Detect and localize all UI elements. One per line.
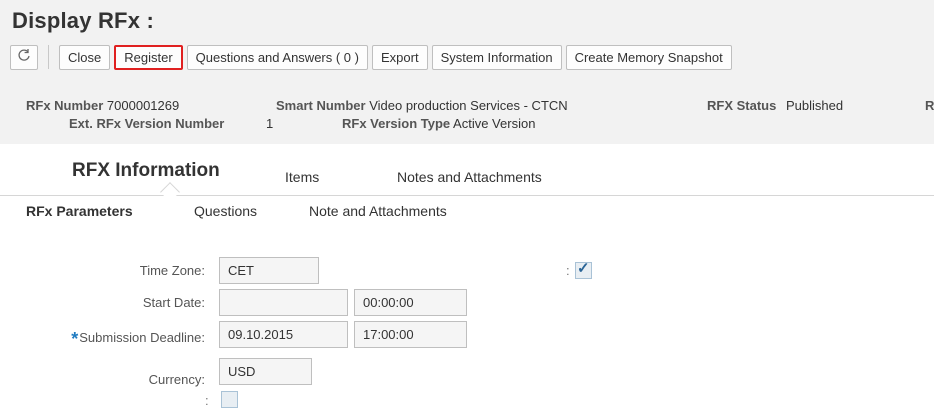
page-title: Display RFx : — [12, 8, 154, 33]
currency-label: Currency: — [148, 372, 205, 387]
toolbar-separator — [48, 45, 49, 69]
rfx-number-value: 7000001269 — [106, 98, 180, 113]
time-zone-field[interactable]: CET — [219, 257, 319, 284]
smart-number-value: Video production Services - CTCN — [369, 98, 568, 113]
version-type-label: RFx Version Type — [342, 116, 451, 131]
toolbar: Close Register Questions and Answers ( 0… — [10, 44, 736, 70]
ext-version-value: 1 — [265, 116, 274, 131]
rfx-number-row: RFx Number 7000001269 — [26, 98, 179, 113]
subtab-bar: RFx Parameters Questions Note and Attach… — [0, 201, 934, 223]
subtab-questions[interactable]: Questions — [194, 203, 257, 219]
tab-rfx-information[interactable]: RFX Information — [72, 160, 220, 182]
checkbox2-colon: : — [205, 393, 209, 408]
tab-items[interactable]: Items — [285, 169, 319, 185]
deadline-time-field[interactable]: 17:00:00 — [354, 321, 467, 348]
rfx-status-value: Published — [785, 98, 844, 113]
version-type-row: RFx Version Type Active Version — [342, 116, 535, 131]
deadline-date-field[interactable]: 09.10.2015 — [219, 321, 348, 348]
currency-field[interactable]: USD — [219, 358, 312, 385]
smart-number-row: Smart Number Video production Services -… — [276, 98, 568, 113]
register-button[interactable]: Register — [114, 44, 183, 70]
refresh-icon — [17, 48, 31, 66]
option-checkbox[interactable]: ✓ — [575, 260, 592, 279]
checkmark-icon: ✓ — [577, 260, 590, 277]
ext-version-label: Ext. RFx Version Number — [69, 116, 225, 131]
start-time-field[interactable]: 00:00:00 — [354, 289, 467, 316]
checkbox-colon: : — [566, 263, 570, 278]
start-date-field[interactable] — [219, 289, 348, 316]
rfx-status-row: RFX Status Published — [707, 98, 843, 113]
option-checkbox-2[interactable] — [221, 391, 238, 408]
close-button[interactable]: Close — [59, 44, 111, 70]
tab-bar: RFX Information Items Notes and Attachme… — [0, 144, 934, 196]
tab-notes-attachments[interactable]: Notes and Attachments — [397, 169, 542, 185]
truncated-label: R — [925, 98, 934, 113]
subtab-rfx-parameters[interactable]: RFx Parameters — [26, 203, 133, 219]
time-zone-label: Time Zone: — [139, 263, 205, 278]
title-bar: Display RFx : Close Register Questions a… — [0, 0, 934, 80]
system-information-button[interactable]: System Information — [431, 44, 562, 70]
version-type-value: Active Version — [453, 116, 536, 131]
ext-version-row: Ext. RFx Version Number 1 — [69, 116, 273, 131]
refresh-button[interactable] — [10, 44, 38, 70]
rfx-number-label: RFx Number — [26, 98, 104, 113]
questions-answers-button[interactable]: Questions and Answers ( 0 ) — [186, 44, 368, 70]
required-star-icon: * — [71, 329, 79, 349]
subtab-note-attachments[interactable]: Note and Attachments — [309, 203, 447, 219]
smart-number-label: Smart Number — [276, 98, 366, 113]
start-date-label: Start Date: — [142, 295, 205, 310]
create-memory-snapshot-button[interactable]: Create Memory Snapshot — [565, 44, 732, 70]
submission-deadline-label: *Submission Deadline: — [26, 326, 205, 349]
export-button[interactable]: Export — [371, 44, 428, 70]
submission-deadline-text: Submission Deadline: — [79, 330, 205, 345]
header-info: RFx Number 7000001269 Smart Number Video… — [0, 80, 934, 144]
rfx-status-label: RFX Status — [707, 98, 777, 113]
